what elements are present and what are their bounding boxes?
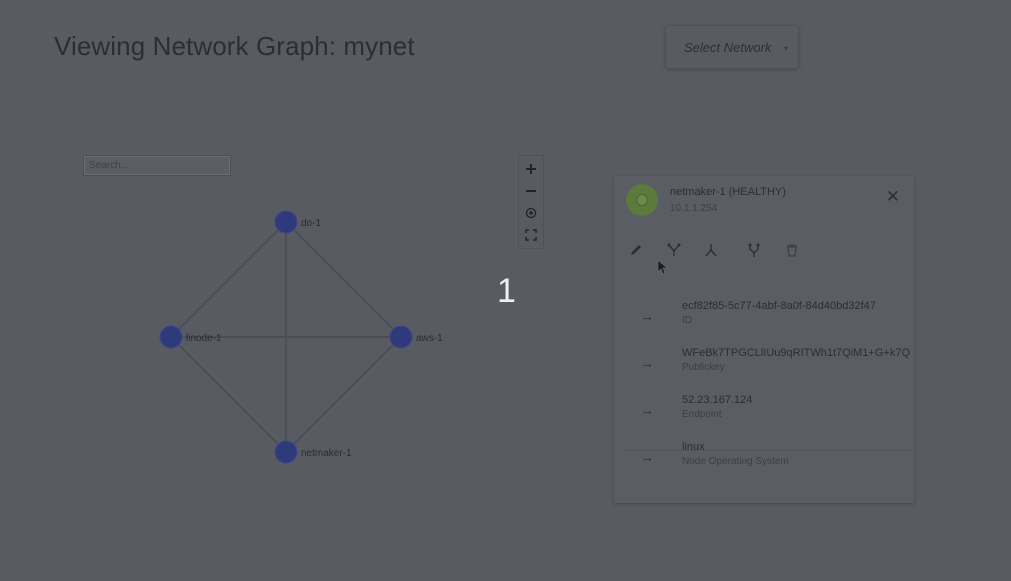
node-label: linode-1 (186, 333, 222, 344)
node-label: do-1 (301, 218, 321, 229)
property-value: linux (682, 441, 705, 453)
graph-edge (285, 221, 402, 338)
graph-node-netmaker-1[interactable]: netmaker-1 (274, 440, 352, 464)
relay-icon (667, 243, 681, 256)
merge-icon (705, 244, 717, 257)
node-name: netmaker-1 (HEALTHY) (670, 186, 786, 198)
property-key: Endpoint (682, 409, 722, 420)
target-icon (525, 207, 537, 219)
zoom-in-button[interactable] (521, 159, 541, 179)
node-circle[interactable] (389, 325, 413, 349)
property-value: ecf82f85-5c77-4abf-8a0f-84d40bd32f47 (682, 300, 876, 312)
graph-node-linode-1[interactable]: linode-1 (159, 325, 222, 349)
egress-button[interactable] (744, 240, 764, 260)
mouse-cursor-icon (657, 259, 668, 275)
egress-icon (748, 243, 760, 257)
property-key: Publickey (682, 362, 725, 373)
property-key: Node Operating System (682, 456, 789, 467)
property-row: → linux Node Operating System (614, 441, 914, 487)
center-graph-button[interactable] (521, 203, 541, 223)
divider (622, 450, 914, 451)
arrow-right-icon: → (640, 308, 654, 324)
node-circle[interactable] (274, 210, 298, 234)
arrow-right-icon: → (640, 402, 654, 418)
plus-icon (526, 164, 536, 174)
fullscreen-button[interactable] (521, 225, 541, 245)
node-avatar (626, 184, 658, 216)
node-address: 10.1.1.254 (670, 203, 718, 214)
property-row: → WFeBk7TPGCLlIUu9qRITWh1t7QiM1+G+k7Q Publ… (614, 347, 914, 393)
node-details-panel: netmaker-1 (HEALTHY) 10.1.1.254 ✕ → ecf82… (614, 176, 914, 503)
arrow-right-icon: → (640, 449, 654, 465)
graph-node-do-1[interactable]: do-1 (274, 210, 321, 234)
overlay-count: 1 (497, 272, 516, 310)
fullscreen-icon (525, 229, 537, 241)
edit-icon (631, 245, 641, 255)
edit-button[interactable] (626, 240, 646, 260)
graph-edge (285, 336, 402, 453)
node-actions (624, 240, 904, 260)
node-circle[interactable] (274, 440, 298, 464)
delete-button[interactable] (782, 240, 802, 260)
node-label: netmaker-1 (301, 448, 352, 459)
delete-icon (787, 244, 797, 257)
close-button[interactable]: ✕ (886, 188, 900, 205)
property-value: 52.23.167.124 (682, 394, 753, 406)
property-row: → ecf82f85-5c77-4abf-8a0f-84d40bd32f47 ID (614, 300, 914, 346)
node-circle[interactable] (159, 325, 183, 349)
property-value: WFeBk7TPGCLlIUu9qRITWh1t7QiM1+G+k7Q (682, 347, 911, 359)
graph-node-aws-1[interactable]: aws-1 (389, 325, 443, 349)
graph-edge (170, 336, 287, 453)
node-label: aws-1 (416, 333, 443, 344)
graph-edge (170, 221, 287, 338)
property-row: → 52.23.167.124 Endpoint (614, 394, 914, 440)
arrow-right-icon: → (640, 355, 654, 371)
graph-zoom-controls (518, 155, 544, 249)
graph-search-input[interactable] (83, 155, 231, 176)
property-key: ID (682, 315, 692, 326)
zoom-out-button[interactable] (521, 181, 541, 201)
merge-button[interactable] (701, 240, 721, 260)
relay-button[interactable] (664, 240, 684, 260)
minus-icon (526, 190, 536, 192)
